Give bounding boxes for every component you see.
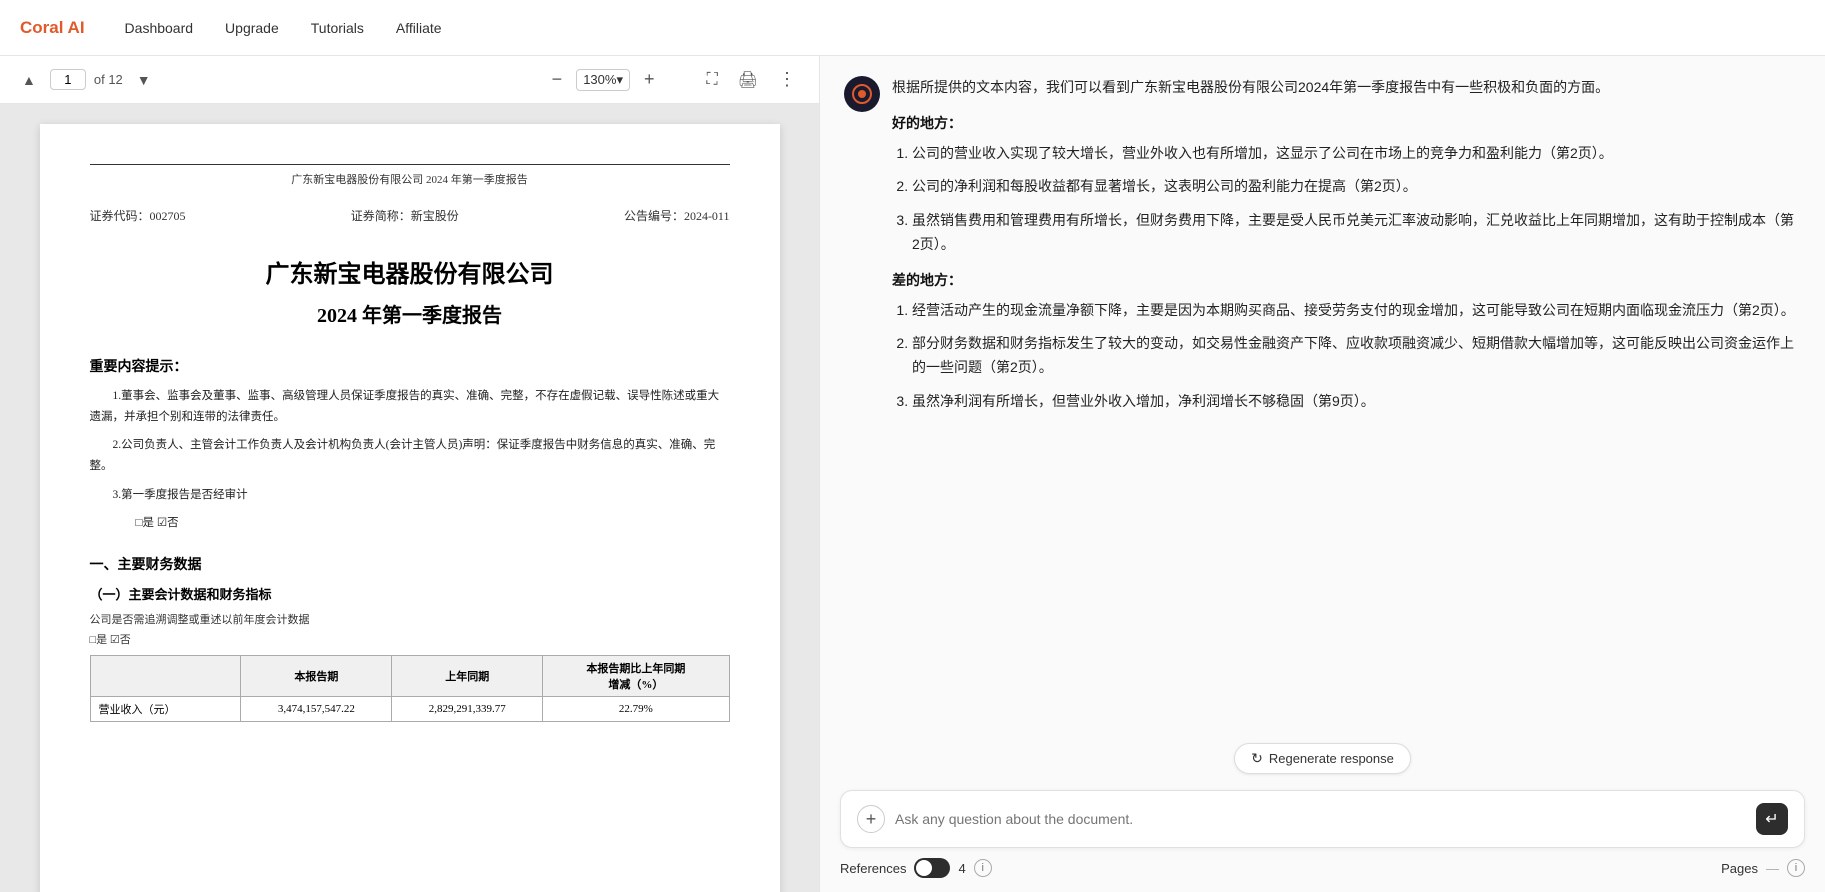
pdf-header-title: 广东新宝电器股份有限公司 2024 年第一季度报告 (90, 171, 730, 187)
bad-label: 差的地方： (892, 269, 1801, 293)
pdf-financial-table: 本报告期 上年同期 本报告期比上年同期增减（%） 营业收入（元） 3,474,1… (90, 655, 730, 722)
ai-bubble: 根据所提供的文本内容，我们可以看到广东新宝电器股份有限公司2024年第一季度报告… (892, 76, 1801, 426)
chat-input[interactable] (895, 811, 1746, 827)
references-info-icon[interactable]: i (974, 859, 992, 877)
pdf-page: 广东新宝电器股份有限公司 2024 年第一季度报告 证券代码：002705 证券… (40, 124, 780, 892)
regenerate-icon: ↻ (1251, 750, 1263, 767)
zoom-in-button[interactable]: + (638, 65, 661, 94)
pdf-audit-check: □是 ☑否 (90, 513, 730, 534)
bad-item-3: 虽然净利润有所增长，但营业外收入增加，净利润增长不够稳固（第9页）。 (912, 390, 1801, 414)
top-nav: Coral AI Dashboard Upgrade Tutorials Aff… (0, 0, 1825, 56)
pdf-important-3: 3.第一季度报告是否经审计 (90, 485, 730, 506)
regenerate-button[interactable]: ↻ Regenerate response (1234, 743, 1411, 774)
chat-footer: References 4 i Pages — i (820, 848, 1825, 892)
pdf-section1-sub: （一）主要会计数据和财务指标 (90, 584, 730, 603)
nav-affiliate[interactable]: Affiliate (396, 20, 442, 36)
pdf-meta-code: 证券代码：002705 (90, 207, 186, 224)
chat-input-box: + ↵ (840, 790, 1805, 848)
print-button[interactable]: 🖨 (732, 66, 764, 94)
table-cell-label: 营业收入（元） (90, 697, 241, 722)
pdf-toolbar: ▲ 1 of 12 ▼ − 130%▾ + ⛶ 🖨 ⋮ (0, 56, 819, 104)
references-count: 4 (958, 861, 965, 876)
fit-page-button[interactable]: ⛶ (700, 67, 723, 93)
good-list: 公司的营业收入实现了较大增长，营业外收入也有所增加，这显示了公司在市场上的竞争力… (892, 142, 1801, 257)
bad-item-1: 经营活动产生的现金流量净额下降，主要是因为本期购买商品、接受劳务支付的现金增加，… (912, 299, 1801, 323)
ai-message: 根据所提供的文本内容，我们可以看到广东新宝电器股份有限公司2024年第一季度报告… (844, 76, 1801, 426)
chat-attach-button[interactable]: + (857, 805, 885, 833)
zoom-out-button[interactable]: − (546, 65, 569, 94)
pdf-restate-check: □是 ☑否 (90, 631, 730, 647)
pdf-meta-row: 证券代码：002705 证券简称：新宝股份 公告编号：2024-011 (90, 207, 730, 224)
chat-send-button[interactable]: ↵ (1756, 803, 1788, 835)
pdf-content[interactable]: 广东新宝电器股份有限公司 2024 年第一季度报告 证券代码：002705 证券… (0, 104, 819, 892)
pages-label: Pages (1721, 861, 1758, 876)
pdf-company-name: 广东新宝电器股份有限公司 (90, 254, 730, 289)
bad-item-2: 部分财务数据和财务指标发生了较大的变动，如交易性金融资产下降、应收款项融资减少、… (912, 332, 1801, 380)
footer-references: References 4 i (840, 858, 992, 878)
zoom-display[interactable]: 130%▾ (576, 69, 630, 91)
pdf-important-title: 重要内容提示： (90, 356, 730, 376)
table-header-1: 本报告期 (241, 656, 392, 697)
ai-avatar (844, 76, 880, 112)
more-options-button[interactable]: ⋮ (772, 65, 803, 94)
regenerate-label: Regenerate response (1269, 751, 1394, 766)
page-number-input[interactable]: 1 (50, 69, 86, 90)
pdf-panel: ▲ 1 of 12 ▼ − 130%▾ + ⛶ 🖨 ⋮ 广东新宝电器股份有限公司… (0, 56, 820, 892)
ai-intro-text: 根据所提供的文本内容，我们可以看到广东新宝电器股份有限公司2024年第一季度报告… (892, 76, 1801, 100)
pdf-section1-title: 一、主要财务数据 (90, 554, 730, 574)
table-cell-prev: 2,829,291,339.77 (392, 697, 543, 722)
table-cell-change: 22.79% (543, 697, 729, 722)
footer-pages: Pages — i (1721, 859, 1805, 877)
references-label: References (840, 861, 906, 876)
good-item-2: 公司的净利润和每股收益都有显著增长，这表明公司的盈利能力在提高（第2页）。 (912, 175, 1801, 199)
table-header-3: 本报告期比上年同期增减（%） (543, 656, 729, 697)
page-up-button[interactable]: ▲ (16, 68, 42, 92)
chat-input-area: + ↵ (820, 778, 1825, 848)
main-area: ▲ 1 of 12 ▼ − 130%▾ + ⛶ 🖨 ⋮ 广东新宝电器股份有限公司… (0, 56, 1825, 892)
table-header-2: 上年同期 (392, 656, 543, 697)
references-toggle[interactable] (914, 858, 950, 878)
good-label: 好的地方： (892, 112, 1801, 136)
logo: Coral AI (20, 18, 85, 38)
pdf-restate-question: 公司是否需追溯调整或重述以前年度会计数据 (90, 611, 730, 627)
bad-list: 经营活动产生的现金流量净额下降，主要是因为本期购买商品、接受劳务支付的现金增加，… (892, 299, 1801, 414)
pdf-important-1: 1.董事会、监事会及董事、监事、高级管理人员保证季度报告的真实、准确、完整，不存… (90, 386, 730, 427)
table-cell-current: 3,474,157,547.22 (241, 697, 392, 722)
regenerate-bar: ↻ Regenerate response (820, 735, 1825, 778)
chat-messages[interactable]: 根据所提供的文本内容，我们可以看到广东新宝电器股份有限公司2024年第一季度报告… (820, 56, 1825, 735)
good-item-3: 虽然销售费用和管理费用有所增长，但财务费用下降，主要是受人民币兑美元汇率波动影响… (912, 209, 1801, 257)
page-down-button[interactable]: ▼ (131, 68, 157, 92)
pdf-meta-announcement: 公告编号：2024-011 (624, 207, 730, 224)
nav-tutorials[interactable]: Tutorials (311, 20, 364, 36)
nav-dashboard[interactable]: Dashboard (125, 20, 194, 36)
pages-info-icon[interactable]: i (1787, 859, 1805, 877)
pages-dash: — (1766, 861, 1779, 876)
good-item-1: 公司的营业收入实现了较大增长，营业外收入也有所增加，这显示了公司在市场上的竞争力… (912, 142, 1801, 166)
pdf-meta-abbr: 证券简称：新宝股份 (351, 207, 459, 224)
page-of-label: of 12 (94, 72, 123, 87)
pdf-important-2: 2.公司负责人、主管会计工作负责人及会计机构负责人(会计主管人员)声明：保证季度… (90, 435, 730, 476)
table-header-0 (90, 656, 241, 697)
nav-upgrade[interactable]: Upgrade (225, 20, 279, 36)
table-row: 营业收入（元） 3,474,157,547.22 2,829,291,339.7… (90, 697, 729, 722)
send-icon: ↵ (1765, 809, 1778, 829)
pdf-report-title: 2024 年第一季度报告 (90, 299, 730, 328)
chat-panel: 根据所提供的文本内容，我们可以看到广东新宝电器股份有限公司2024年第一季度报告… (820, 56, 1825, 892)
